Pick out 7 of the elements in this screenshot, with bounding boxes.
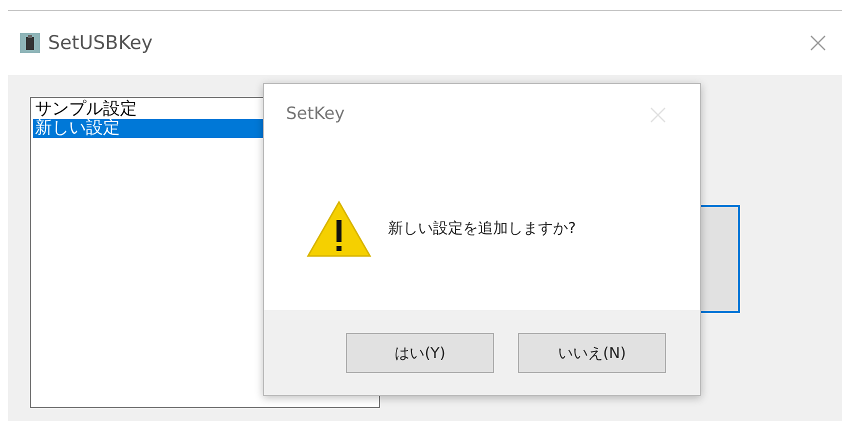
app-icon bbox=[20, 33, 40, 53]
dialog-button[interactable]: はい(Y) bbox=[346, 333, 494, 373]
dialog-button[interactable]: いいえ(N) bbox=[518, 333, 666, 373]
dialog-message: 新しい設定を追加しますか? bbox=[388, 218, 576, 240]
window-title: SetUSBKey bbox=[48, 30, 153, 56]
warning-icon bbox=[306, 200, 372, 258]
close-icon[interactable] bbox=[810, 35, 826, 51]
